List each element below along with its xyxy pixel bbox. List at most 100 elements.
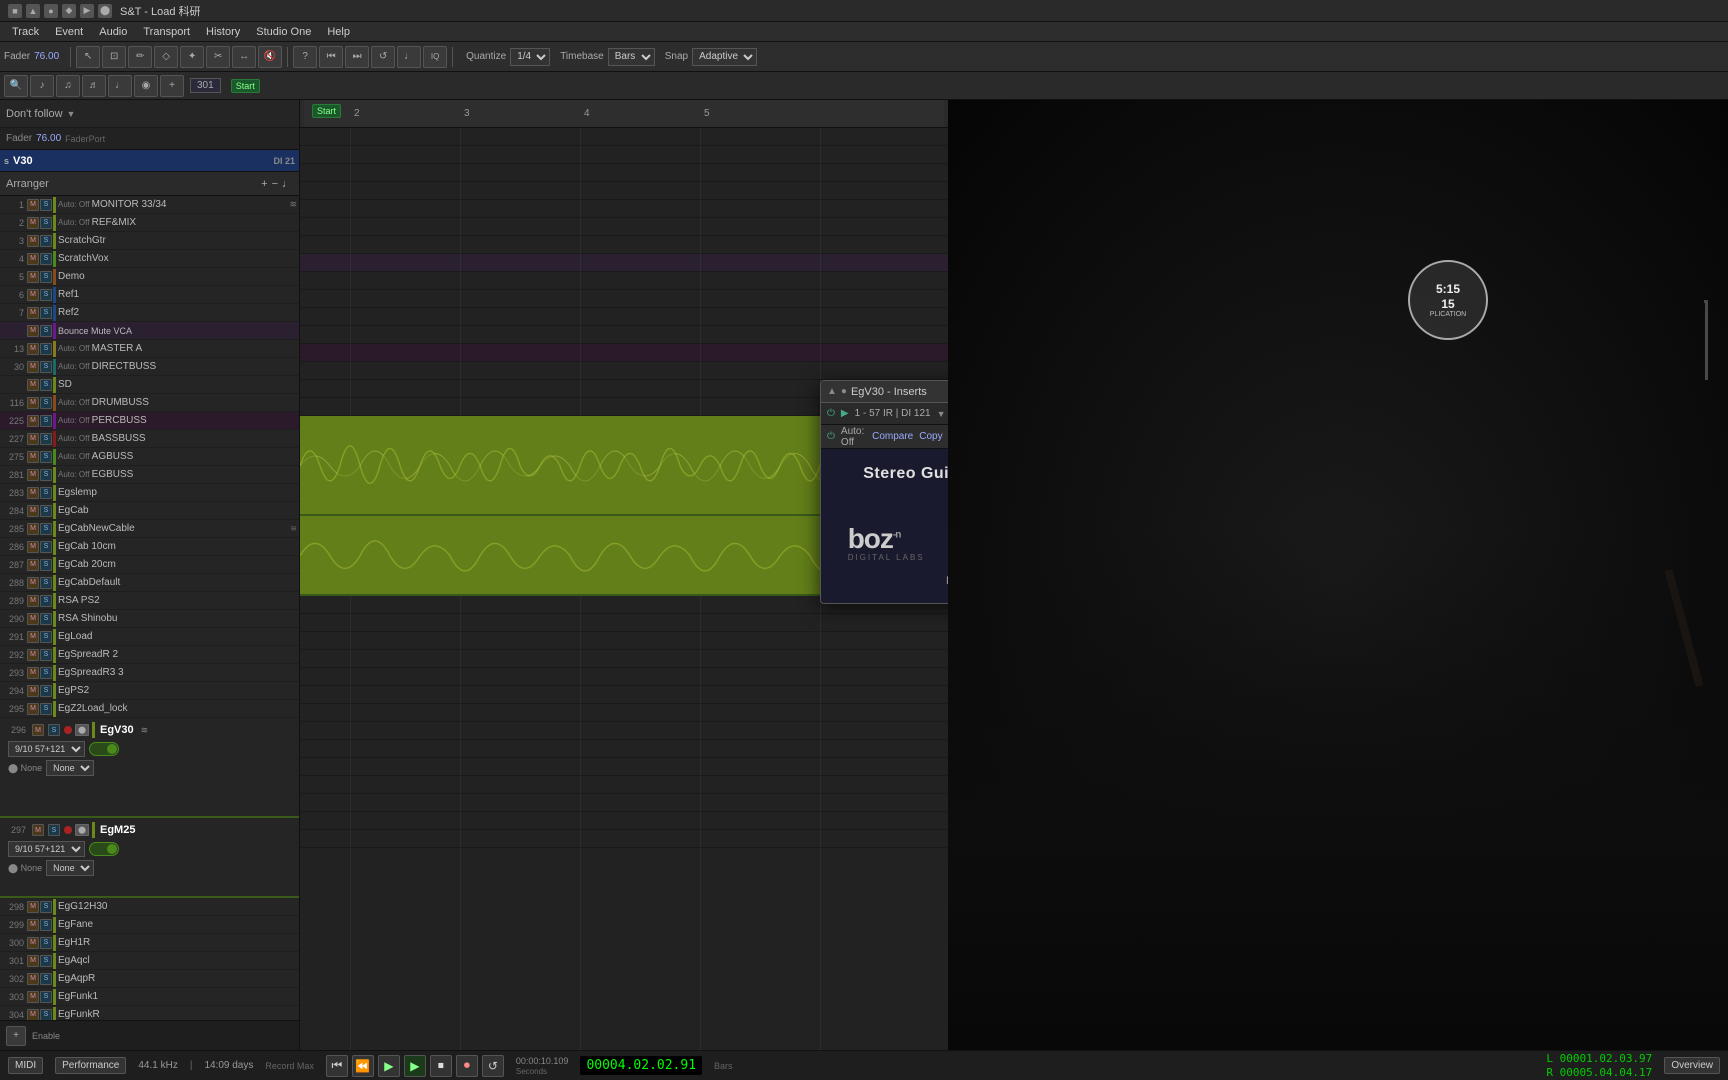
track-mute-btn[interactable]: M (27, 487, 39, 499)
track-channel-select[interactable]: 9/10 57+121 (8, 741, 85, 757)
track-solo-btn[interactable]: S (40, 541, 52, 553)
track-channel-select2[interactable]: 9/10 57+121 (8, 841, 85, 857)
track-mute-btn[interactable]: M (27, 685, 39, 697)
toolbar-metronome[interactable]: ♩ (397, 46, 421, 68)
track-mute-btn[interactable]: M (27, 397, 39, 409)
track-mute-btn[interactable]: M (27, 415, 39, 427)
transport-play[interactable]: ▶ (378, 1055, 400, 1077)
table-row[interactable]: 299 M S EgFane (0, 916, 299, 934)
track-solo-btn[interactable]: S (40, 901, 52, 913)
track-solo-btn[interactable]: S (40, 361, 52, 373)
table-row[interactable]: 116 M S Auto: Off DRUMBUSS (0, 394, 299, 412)
table-row[interactable]: 289 M S RSA PS2 (0, 592, 299, 610)
menu-studioone[interactable]: Studio One (248, 22, 319, 42)
toolbar-range-tool[interactable]: ⊡ (102, 46, 126, 68)
plugin-forward-btn[interactable]: ▶ (841, 408, 849, 419)
track-v30[interactable]: s V30 DI 21 (0, 150, 299, 172)
track-mute-btn[interactable]: M (27, 379, 39, 391)
overview-btn[interactable]: Overview (1664, 1057, 1720, 1074)
transport-record[interactable]: ⏺ (456, 1055, 478, 1077)
track-mute-btn[interactable]: M (27, 613, 39, 625)
toolbar-paint-tool[interactable]: ✦ (180, 46, 204, 68)
transport-rewind[interactable]: ⏪ (352, 1055, 374, 1077)
table-row[interactable]: 285 M S EgCabNewCable ≋ (0, 520, 299, 538)
title-bar-icon-3[interactable]: ● (44, 4, 58, 18)
track-solo-btn[interactable]: S (40, 415, 52, 427)
track-mute-btn[interactable]: M (27, 559, 39, 571)
track-mute-btn[interactable]: M (27, 919, 39, 931)
arranger-note[interactable]: ♩ (282, 178, 293, 190)
transport-stop[interactable]: ⏹ (430, 1055, 452, 1077)
plugin-copy-btn[interactable]: Copy (919, 431, 942, 442)
table-row[interactable]: 2 M S Auto: Off REF&MIX (0, 214, 299, 232)
track-mute-btn[interactable]: M (27, 649, 39, 661)
track-mute-btn[interactable]: M (27, 343, 39, 355)
transport-loop[interactable]: ↺ (482, 1055, 504, 1077)
track-mute-btn[interactable]: M (27, 451, 39, 463)
track-list-plus[interactable]: + (6, 1026, 26, 1046)
track-monitor-btn2[interactable]: ⬤ (75, 824, 89, 836)
track-solo-btn[interactable]: S (48, 724, 60, 736)
table-row[interactable]: M S Bounce Mute VCA (0, 322, 299, 340)
track-mute-btn[interactable]: M (27, 235, 39, 247)
title-bar-icon-6[interactable]: ⬤ (98, 4, 112, 18)
table-row[interactable]: 294 M S EgPS2 (0, 682, 299, 700)
table-row[interactable]: 227 M S Auto: Off BASSBUSS (0, 430, 299, 448)
table-row[interactable]: 283 M S Egslemp (0, 484, 299, 502)
track-mute-btn[interactable]: M (27, 253, 39, 265)
table-row[interactable]: 304 M S EgFunkR (0, 1006, 299, 1020)
track-solo-btn[interactable]: S (40, 397, 52, 409)
plugin-channel-chevron[interactable]: ▼ (937, 409, 946, 419)
track-solo-btn[interactable]: S (40, 379, 52, 391)
menu-event[interactable]: Event (47, 22, 91, 42)
plugin-expand-icon[interactable]: ▲ (827, 386, 837, 397)
plugin-compare-btn[interactable]: Compare (872, 431, 913, 442)
track-solo-btn[interactable]: S (40, 559, 52, 571)
track-none-select[interactable]: None (46, 760, 94, 776)
menu-audio[interactable]: Audio (91, 22, 135, 42)
table-row[interactable]: 5 M S Demo (0, 268, 299, 286)
table-row[interactable]: 3 M S ScratchGtr (0, 232, 299, 250)
toolbar-select-tool[interactable]: ↖ (76, 46, 100, 68)
toolbar-split-tool[interactable]: ✂ (206, 46, 230, 68)
track-mute-btn[interactable]: M (27, 937, 39, 949)
table-row[interactable]: 13 M S Auto: Off MASTER A (0, 340, 299, 358)
track-monitor-btn[interactable]: ⬤ (75, 724, 89, 736)
track-solo-btn[interactable]: S (40, 289, 52, 301)
track-mute-btn[interactable]: M (27, 289, 39, 301)
track-mute-btn[interactable]: M (27, 631, 39, 643)
track-mute-btn[interactable]: M (27, 361, 39, 373)
table-row[interactable]: 287 M S EgCab 20cm (0, 556, 299, 574)
toolbar2-note2[interactable]: ♫ (56, 75, 80, 97)
track-mute-btn[interactable]: M (27, 973, 39, 985)
table-row[interactable]: M S SD (0, 376, 299, 394)
track-solo-btn[interactable]: S (40, 703, 52, 715)
table-row[interactable]: 225 M S Auto: Off PERCBUSS (0, 412, 299, 430)
track-solo-btn[interactable]: S (40, 199, 52, 211)
track-mute-btn[interactable]: M (27, 955, 39, 967)
plugin-pin-icon[interactable]: ● (841, 386, 847, 397)
quantize-select[interactable]: 1/4 (510, 48, 550, 66)
toolbar2-note4[interactable]: ♩ (108, 75, 132, 97)
table-row[interactable]: 290 M S RSA Shinobu (0, 610, 299, 628)
track-solo-btn[interactable]: S (40, 253, 52, 265)
track-solo-btn[interactable]: S (40, 433, 52, 445)
track-mute-btn[interactable]: M (27, 217, 39, 229)
track-mute-btn[interactable]: M (27, 271, 39, 283)
table-row[interactable]: 7 M S Ref2 (0, 304, 299, 322)
plugin-on-btn[interactable]: ⏻ (827, 431, 835, 442)
table-row[interactable]: 284 M S EgCab (0, 502, 299, 520)
track-solo-btn[interactable]: S (40, 325, 52, 337)
track-mute-btn[interactable]: M (27, 991, 39, 1003)
midi-btn[interactable]: MIDI (8, 1057, 43, 1074)
table-row[interactable]: 302 M S EgAqpR (0, 970, 299, 988)
timebase-select[interactable]: Bars (608, 48, 655, 66)
table-row[interactable]: 1 M S Auto: Off MONITOR 33/34 ≋ (0, 196, 299, 214)
track-solo-btn[interactable]: S (40, 937, 52, 949)
menu-track[interactable]: Track (4, 22, 47, 42)
toolbar2-note3[interactable]: ♬ (82, 75, 106, 97)
title-bar-icon-1[interactable]: ■ (8, 4, 22, 18)
plugin-power-btn[interactable]: ⏻ (827, 408, 835, 419)
table-row[interactable]: 291 M S EgLoad (0, 628, 299, 646)
arranger-plus[interactable]: + (261, 178, 267, 190)
